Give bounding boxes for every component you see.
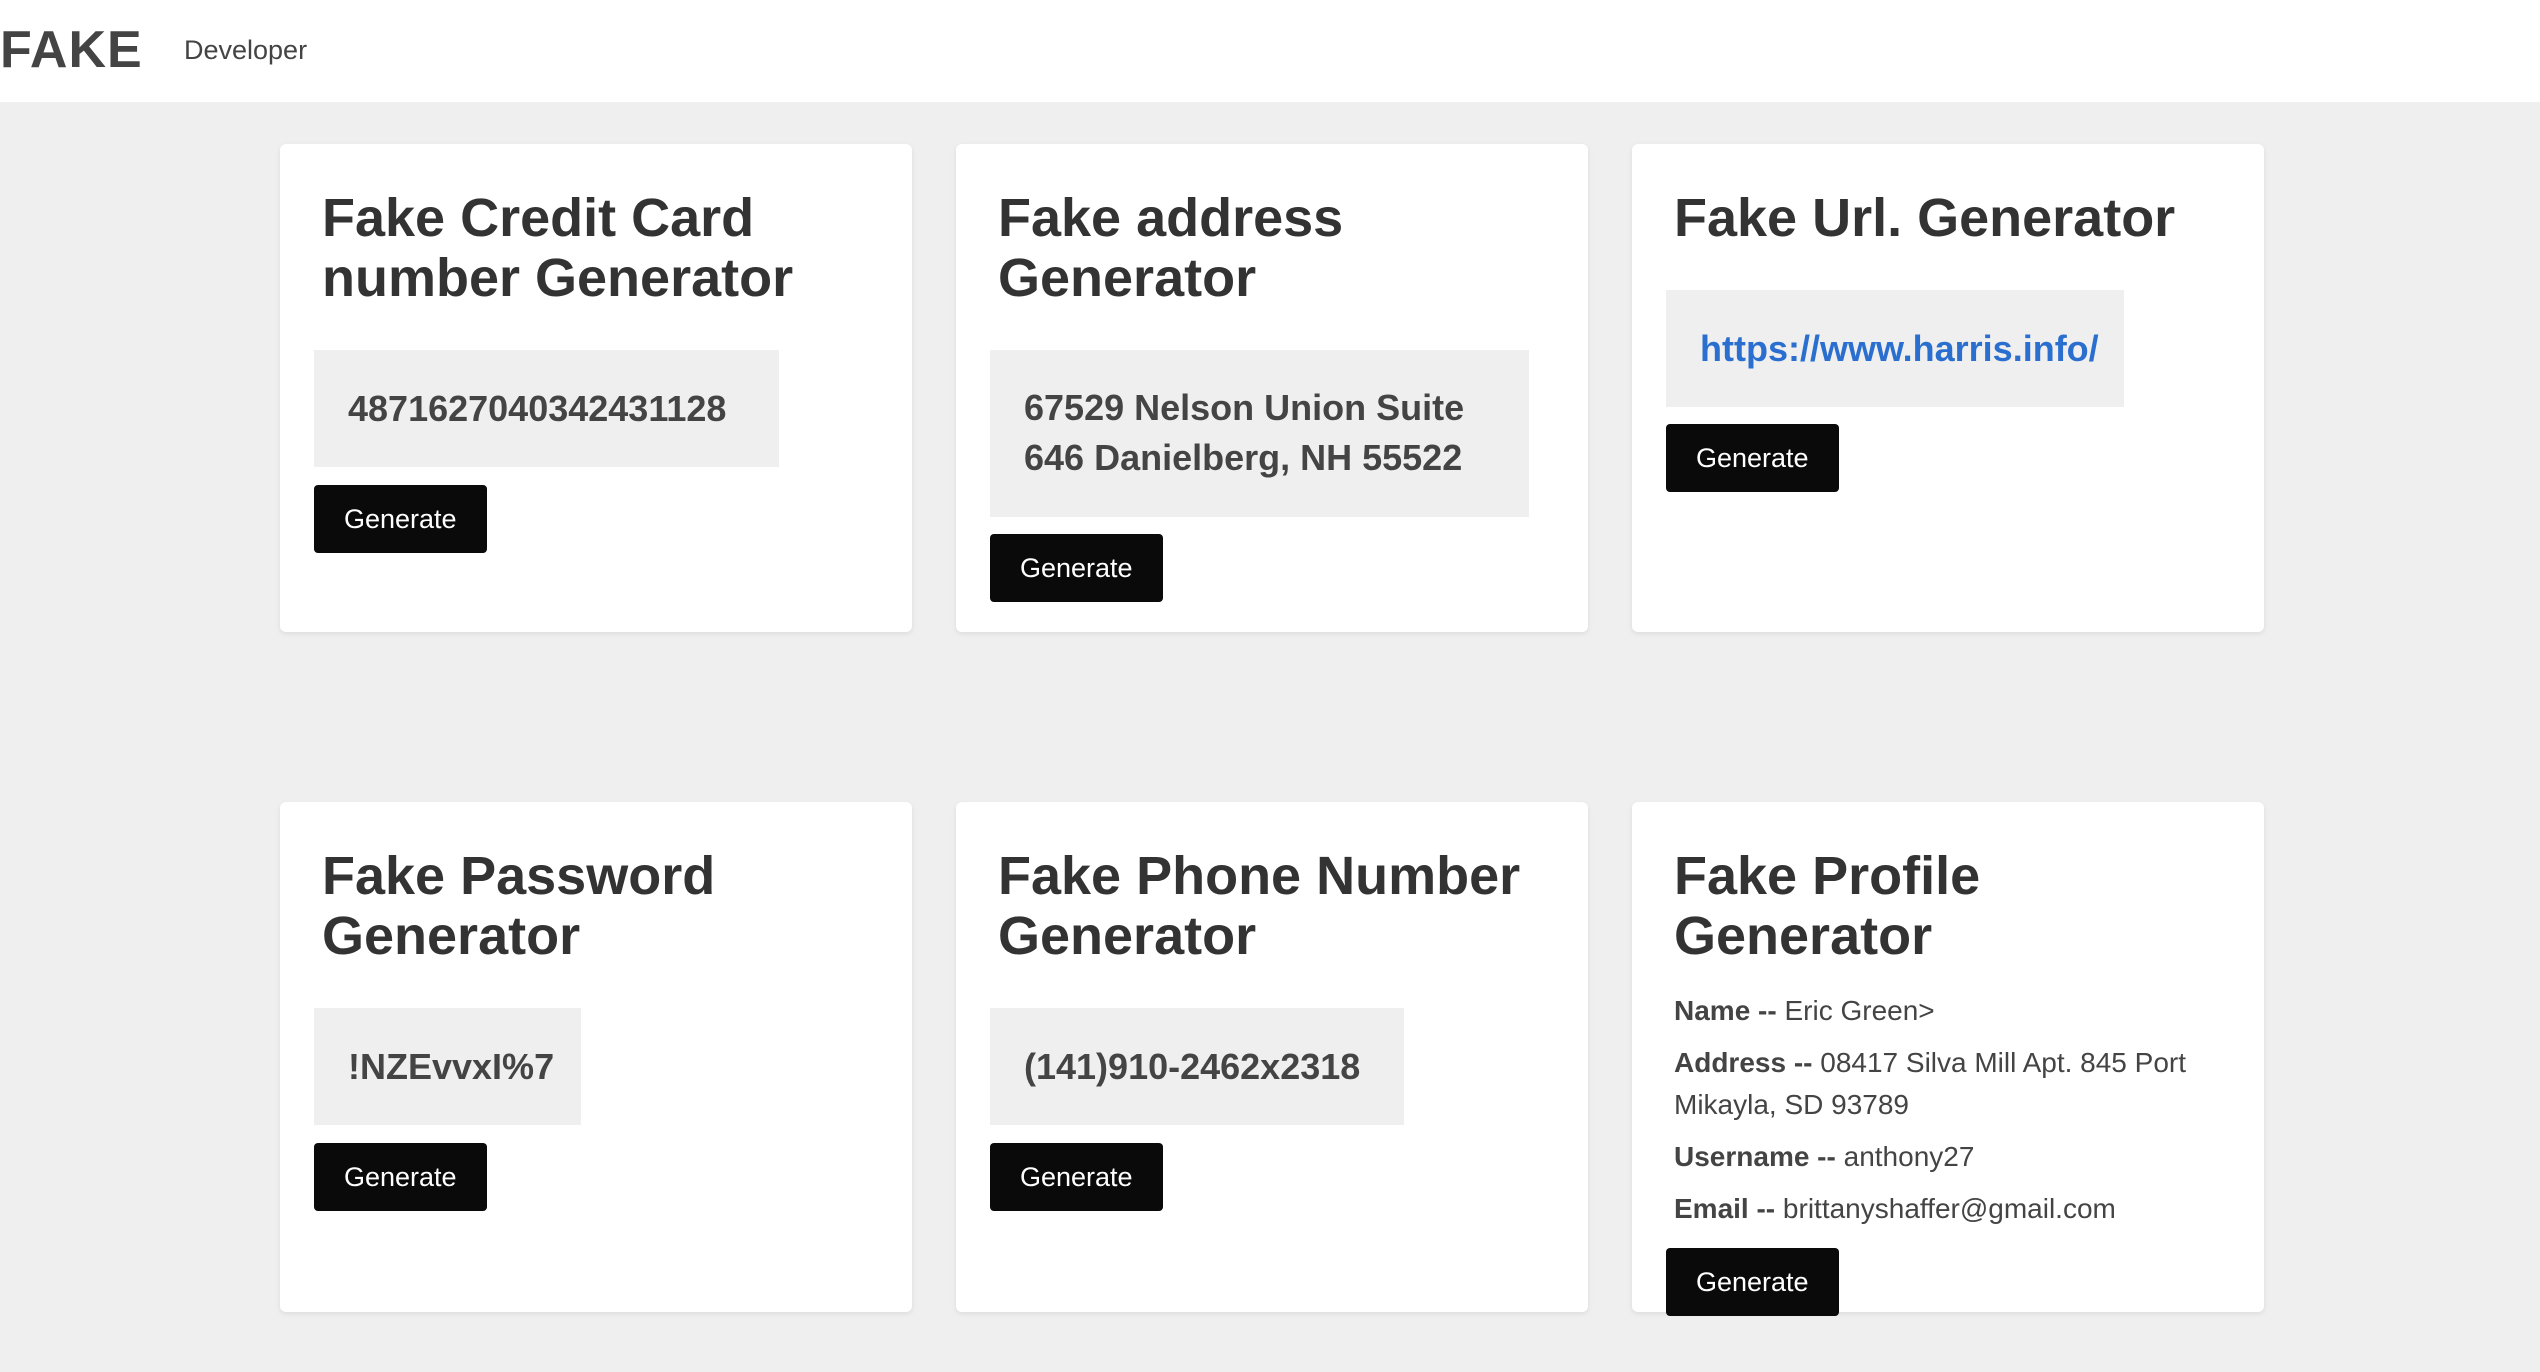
profile-generator-card: Fake Profile Generator Name -- Eric Gree… (1632, 802, 2264, 1316)
card-title: Fake Profile Generator (1674, 846, 1981, 966)
profile-email-value: brittanyshaffer@gmail.com (1782, 1193, 2116, 1224)
profile-username-row: Username -- anthony27 (1674, 1136, 2230, 1178)
credit-card-generator-card: Fake Credit Card number Generator 487162… (280, 144, 912, 632)
phone-generator-card: Fake Phone Number Generator (141)910-246… (956, 802, 1588, 1312)
generate-url-button[interactable]: Generate (1666, 424, 1839, 492)
profile-details: Name -- Eric Green> Address -- 08417 Sil… (1674, 990, 2230, 1230)
phone-output: (141)910-2462x2318 (990, 1008, 1404, 1125)
password-generator-card: Fake Password Generator !NZEvvxI%7 Gener… (280, 802, 912, 1312)
credit-card-output: 4871627040342431128 (314, 350, 779, 467)
url-generator-card: Fake Url. Generator https://www.harris.i… (1632, 144, 2264, 632)
address-generator-card: Fake address Generator 67529 Nelson Unio… (956, 144, 1588, 632)
card-title: Fake Password Generator (322, 846, 716, 966)
profile-email-row: Email -- brittanyshaffer@gmail.com (1674, 1188, 2230, 1230)
profile-name-value: Eric Green> (1784, 995, 1935, 1026)
generate-profile-button[interactable]: Generate (1666, 1248, 1839, 1316)
card-title: Fake Phone Number Generator (998, 846, 1521, 966)
profile-name-label: Name -- (1674, 995, 1777, 1026)
profile-name-row: Name -- Eric Green> (1674, 990, 2230, 1032)
profile-address-label: Address -- (1674, 1047, 1813, 1078)
profile-address-row: Address -- 08417 Silva Mill Apt. 845 Por… (1674, 1042, 2230, 1126)
profile-username-label: Username -- (1674, 1141, 1836, 1172)
address-output: 67529 Nelson Union Suite 646 Danielberg,… (990, 350, 1529, 517)
card-title: Fake address Generator (998, 188, 1344, 308)
profile-username-value: anthony27 (1843, 1141, 1975, 1172)
site-logo[interactable]: FAKE (0, 16, 143, 84)
card-title: Fake Url. Generator (1674, 188, 2176, 248)
card-title: Fake Credit Card number Generator (322, 188, 794, 308)
nav-link-developer[interactable]: Developer (184, 32, 307, 68)
generate-address-button[interactable]: Generate (990, 534, 1163, 602)
generate-credit-card-button[interactable]: Generate (314, 485, 487, 553)
top-navbar: FAKE Developer (0, 0, 2540, 102)
url-output: https://www.harris.info/ (1666, 290, 2124, 407)
password-output: !NZEvvxI%7 (314, 1008, 581, 1125)
generate-phone-button[interactable]: Generate (990, 1143, 1163, 1211)
generated-url-link[interactable]: https://www.harris.info/ (1700, 328, 2099, 369)
generate-password-button[interactable]: Generate (314, 1143, 487, 1211)
profile-email-label: Email -- (1674, 1193, 1776, 1224)
